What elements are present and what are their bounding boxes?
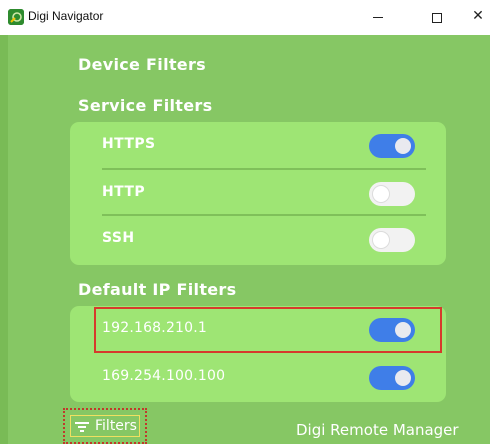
ip-filter-label: 169.254.100.100 bbox=[102, 368, 226, 384]
service-filter-label: HTTPS bbox=[102, 136, 156, 152]
selection-highlight bbox=[94, 307, 442, 353]
close-button[interactable]: ✕ bbox=[466, 0, 490, 35]
app-body: Device Filters Service Filters HTTPS HTT… bbox=[0, 35, 490, 444]
maximize-button[interactable] bbox=[414, 0, 458, 35]
toggle-knob bbox=[395, 370, 411, 386]
service-filter-label: SSH bbox=[102, 230, 135, 246]
maximize-icon bbox=[432, 13, 442, 23]
service-filters-header: Service Filters bbox=[78, 96, 213, 115]
ssh-toggle[interactable] bbox=[369, 228, 415, 252]
http-toggle[interactable] bbox=[369, 182, 415, 206]
service-filter-label: HTTP bbox=[102, 184, 145, 200]
filters-label: Filters bbox=[95, 418, 137, 434]
service-filter-row-https: HTTPS bbox=[70, 122, 446, 168]
minimize-button[interactable] bbox=[356, 0, 400, 35]
default-ip-filters-header: Default IP Filters bbox=[78, 280, 237, 299]
digi-logo-icon bbox=[8, 9, 24, 25]
toggle-knob bbox=[373, 186, 389, 202]
toggle-knob bbox=[373, 232, 389, 248]
left-edge bbox=[0, 35, 8, 444]
filters-button-inner: Filters bbox=[70, 415, 140, 437]
https-toggle[interactable] bbox=[369, 134, 415, 158]
ip-filter-toggle-169-254-100-100[interactable] bbox=[369, 366, 415, 390]
service-filters-card: HTTPS HTTP SSH bbox=[70, 122, 446, 265]
service-filter-row-http: HTTP bbox=[70, 170, 446, 216]
title-bar: Digi Navigator ✕ bbox=[0, 0, 490, 35]
toggle-knob bbox=[395, 138, 411, 154]
digi-remote-manager-link[interactable]: Digi Remote Manager bbox=[296, 421, 459, 439]
filter-lines-icon bbox=[75, 422, 89, 432]
service-filter-row-ssh: SSH bbox=[70, 216, 446, 262]
ip-filter-row: 169.254.100.100 bbox=[70, 354, 446, 400]
close-icon: ✕ bbox=[472, 8, 484, 24]
filters-button[interactable]: Filters bbox=[63, 408, 147, 444]
device-filters-header[interactable]: Device Filters bbox=[78, 55, 206, 74]
window-title: Digi Navigator bbox=[28, 9, 104, 23]
minimize-icon bbox=[373, 17, 383, 18]
